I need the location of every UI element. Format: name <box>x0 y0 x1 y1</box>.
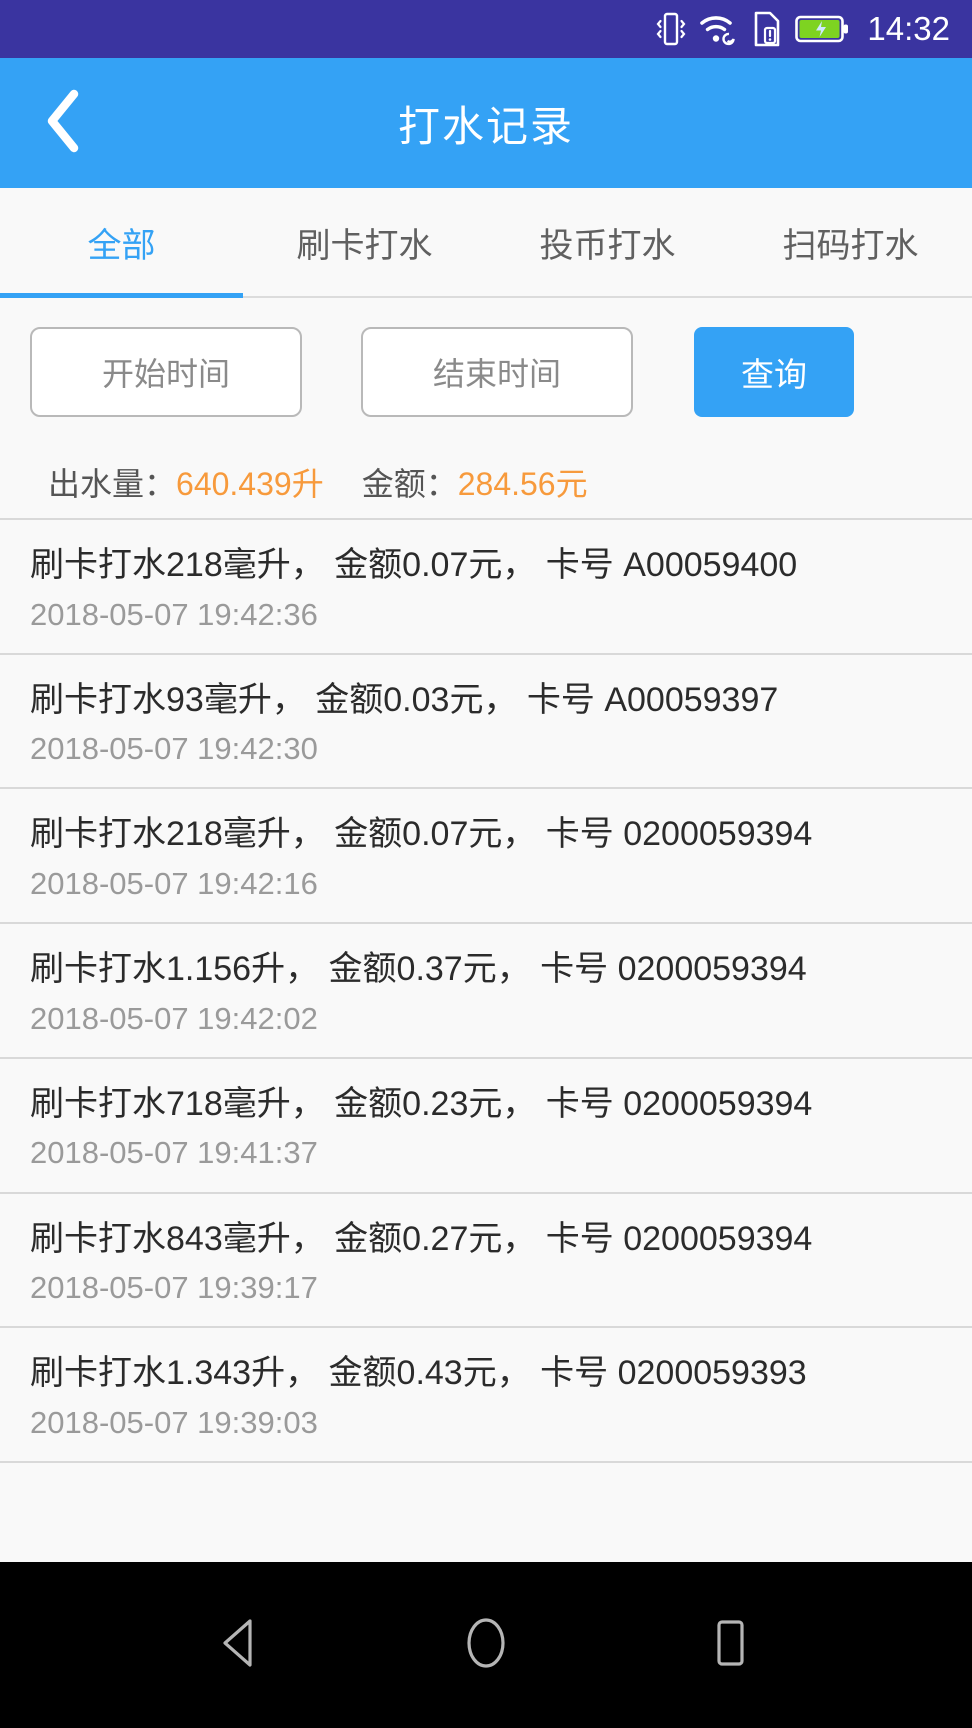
status-bar: 14:32 <box>0 0 972 58</box>
record-timestamp: 2018-05-07 19:41:37 <box>30 1135 318 1171</box>
table-row[interactable]: 刷卡打水718毫升， 金额0.23元， 卡号 0200059394 2018-0… <box>0 1058 972 1194</box>
query-button-label: 查询 <box>741 356 807 393</box>
record-list: 刷卡打水218毫升， 金额0.07元， 卡号 A00059400 2018-05… <box>0 520 972 1562</box>
record-timestamp: 2018-05-07 19:39:17 <box>30 1270 318 1306</box>
end-time-picker[interactable]: 结束时间 <box>361 327 633 417</box>
triangle-back-icon <box>219 1618 265 1673</box>
record-description: 刷卡打水1.156升， 金额0.37元， 卡号 0200059394 <box>30 950 807 989</box>
tab-scan-water[interactable]: 扫码打水 <box>729 188 972 296</box>
tab-label: 全部 <box>87 226 156 265</box>
status-bar-clock: 14:32 <box>867 10 950 47</box>
record-timestamp: 2018-05-07 19:39:03 <box>30 1404 318 1440</box>
query-button[interactable]: 查询 <box>694 327 854 417</box>
record-description: 刷卡打水93毫升， 金额0.03元， 卡号 A00059397 <box>30 680 779 719</box>
tab-label: 刷卡打水 <box>296 226 433 265</box>
total-volume-value: 640.439升 <box>176 466 324 502</box>
start-time-label: 开始时间 <box>101 356 230 392</box>
page-title: 打水记录 <box>397 102 574 150</box>
record-description: 刷卡打水218毫升， 金额0.07元， 卡号 0200059394 <box>30 815 813 854</box>
tab-card-water[interactable]: 刷卡打水 <box>243 188 486 296</box>
android-navigation-bar <box>0 1562 972 1728</box>
wifi-icon <box>699 12 739 46</box>
app-header: 打水记录 <box>0 58 972 188</box>
record-description: 刷卡打水718毫升， 金额0.23元， 卡号 0200059394 <box>30 1084 813 1123</box>
total-amount-label: 金额： <box>361 466 458 502</box>
end-time-label: 结束时间 <box>432 356 561 392</box>
total-amount-value: 284.56元 <box>457 466 588 502</box>
record-description: 刷卡打水218毫升， 金额0.07元， 卡号 A00059400 <box>30 546 798 584</box>
table-row[interactable]: 刷卡打水1.156升， 金额0.37元， 卡号 0200059394 2018-… <box>0 924 972 1059</box>
table-row[interactable]: 刷卡打水218毫升， 金额0.07元， 卡号 A00059400 2018-05… <box>0 520 972 655</box>
battery-charging-icon <box>795 14 849 44</box>
vibrate-icon <box>656 11 686 47</box>
record-description: 刷卡打水843毫升， 金额0.27元， 卡号 0200059394 <box>30 1219 813 1258</box>
tab-bar: 全部 刷卡打水 投币打水 扫码打水 <box>0 188 972 298</box>
nav-back-button[interactable] <box>197 1600 287 1690</box>
record-description: 刷卡打水1.343升， 金额0.43元， 卡号 0200059393 <box>30 1354 807 1393</box>
square-recents-icon <box>708 1617 752 1674</box>
tab-label: 投币打水 <box>539 226 676 265</box>
chevron-left-icon <box>42 88 86 159</box>
record-timestamp: 2018-05-07 19:42:02 <box>30 1000 318 1036</box>
tab-all[interactable]: 全部 <box>0 188 243 298</box>
sim-card-alert-icon <box>752 11 782 47</box>
back-button[interactable] <box>32 89 96 155</box>
table-row[interactable]: 刷卡打水218毫升， 金额0.07元， 卡号 0200059394 2018-0… <box>0 789 972 925</box>
table-row[interactable]: 刷卡打水93毫升， 金额0.03元， 卡号 A00059397 2018-05-… <box>0 654 972 790</box>
table-row[interactable]: 刷卡打水843毫升， 金额0.27元， 卡号 0200059394 2018-0… <box>0 1193 972 1329</box>
record-timestamp: 2018-05-07 19:42:36 <box>30 596 318 632</box>
filter-bar: 开始时间 结束时间 查询 <box>0 298 972 446</box>
circle-home-icon <box>461 1615 511 1676</box>
phone-screen: 14:32 打水记录 全部 刷卡打水 投币打水 扫码打水 开始时间 结束时间 查… <box>0 0 972 1728</box>
record-timestamp: 2018-05-07 19:42:16 <box>30 865 318 901</box>
tab-label: 扫码打水 <box>782 226 919 265</box>
total-volume-label: 出水量： <box>48 466 177 502</box>
nav-recents-button[interactable] <box>685 1600 775 1690</box>
record-timestamp: 2018-05-07 19:42:30 <box>30 731 318 767</box>
table-row[interactable]: 刷卡打水1.343升， 金额0.43元， 卡号 0200059393 2018-… <box>0 1328 972 1463</box>
start-time-picker[interactable]: 开始时间 <box>30 327 302 417</box>
summary-bar: 出水量： 640.439升 金额： 284.56元 <box>0 446 972 520</box>
tab-coin-water[interactable]: 投币打水 <box>486 188 729 296</box>
nav-home-button[interactable] <box>441 1600 531 1690</box>
